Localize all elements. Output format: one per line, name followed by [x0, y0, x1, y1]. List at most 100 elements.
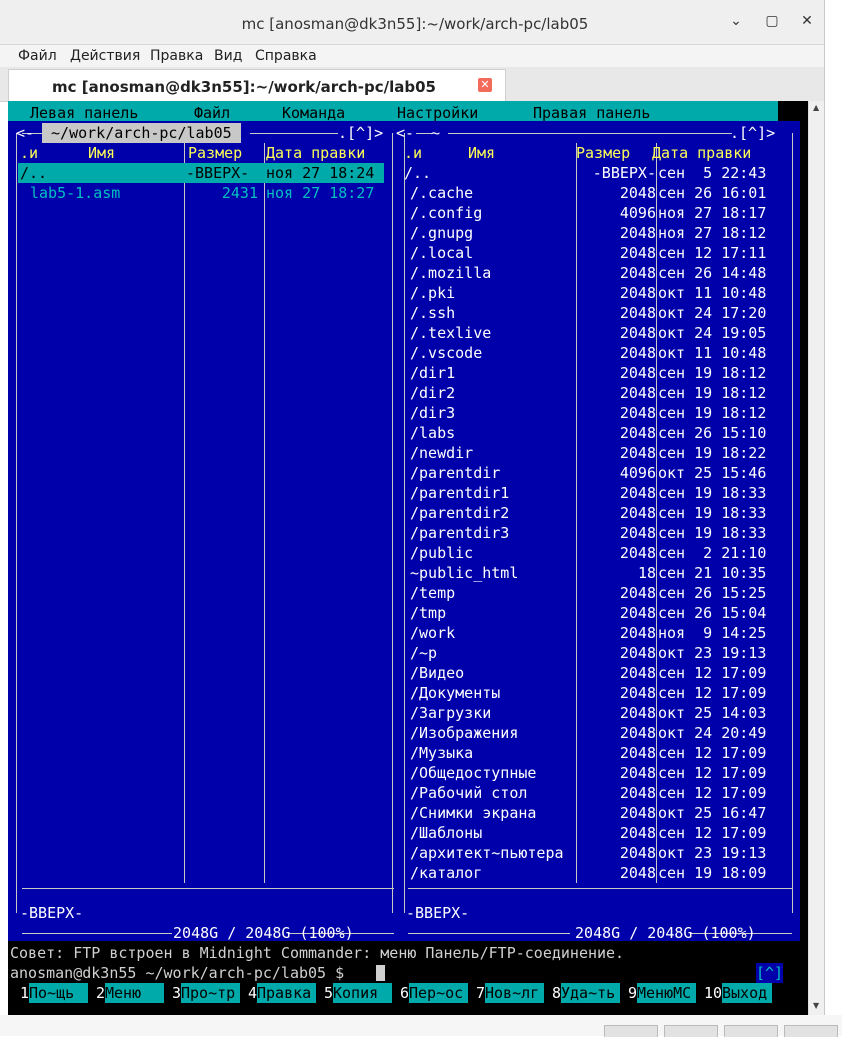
right-row-date: сен 19 18:33 — [658, 484, 767, 502]
mc-menu-options[interactable]: Настройки — [397, 103, 478, 123]
right-row-name[interactable]: /.vscode — [410, 343, 482, 363]
fkey-button[interactable]: Пер~ос — [409, 983, 468, 1003]
right-row-date: сен 26 14:48 — [658, 264, 767, 282]
fkey-button[interactable]: Уда~ть — [561, 983, 620, 1003]
right-row-name[interactable]: /parentdir2 — [410, 503, 509, 523]
right-row-name[interactable]: /.cache — [410, 183, 473, 203]
menu-edit[interactable]: Правка — [150, 48, 203, 64]
right-col-date[interactable]: Дата правки — [652, 143, 751, 163]
right-row-name[interactable]: /.pki — [410, 283, 455, 303]
right-row-name[interactable]: /.gnupg — [410, 223, 473, 243]
right-row-name[interactable]: /.. — [404, 163, 431, 183]
right-row-name[interactable]: /Видео — [410, 663, 464, 683]
menu-actions[interactable]: Действия — [70, 48, 140, 64]
right-row-name[interactable]: ~public_html — [410, 563, 518, 583]
right-panel-path[interactable]: ~ — [422, 123, 449, 143]
menu-help[interactable]: Справка — [255, 48, 317, 64]
right-row-size: 18 — [637, 564, 656, 582]
right-row-name[interactable]: /public — [410, 543, 473, 563]
mc-menu-left[interactable]: Левая панель — [30, 103, 138, 123]
right-row-date: сен 5 22:43 — [658, 164, 767, 182]
left-panel[interactable] — [8, 121, 400, 941]
right-row-name[interactable]: /Музыка — [410, 743, 473, 763]
right-row-name[interactable]: /~p — [410, 643, 437, 663]
right-row-name[interactable]: /Загрузки — [410, 703, 491, 723]
menu-view[interactable]: Вид — [214, 48, 242, 64]
right-row-date: сен 12 17:09 — [658, 784, 767, 802]
right-row-name[interactable]: /temp — [410, 583, 455, 603]
left-row-name[interactable]: /.. — [20, 163, 47, 183]
right-row-date: сен 19 18:12 — [658, 364, 767, 382]
right-row-name[interactable]: /dir3 — [410, 403, 455, 423]
right-col-n[interactable]: .и — [404, 143, 422, 163]
fkey-button[interactable]: По~щь — [29, 983, 88, 1003]
maximize-icon[interactable]: ▢ — [763, 13, 781, 29]
fkey-button[interactable]: Копия — [333, 983, 392, 1003]
right-row-name[interactable]: /Снимки экрана — [410, 803, 536, 823]
right-row-name[interactable]: /dir1 — [410, 363, 455, 383]
right-row-name[interactable]: /.local — [410, 243, 473, 263]
right-row-size: -ВВЕРХ- — [592, 164, 656, 182]
left-panel-history[interactable]: .[^]> — [338, 123, 383, 143]
right-row-size: 2048 — [619, 444, 656, 462]
right-row-name[interactable]: /parentdir — [410, 463, 500, 483]
right-row-name[interactable]: /tmp — [410, 603, 446, 623]
right-row-name[interactable]: /.mozilla — [410, 263, 491, 283]
right-row-size: 2048 — [619, 804, 656, 822]
terminal-area[interactable]: Левая панель Файл Команда Настройки Прав… — [8, 101, 808, 1015]
right-row-name[interactable]: /Рабочий стол — [410, 783, 527, 803]
right-row-name[interactable]: /Шаблоны — [410, 823, 482, 843]
menu-file[interactable]: Файл — [18, 48, 57, 64]
right-row-name[interactable]: /newdir — [410, 443, 473, 463]
command-prompt[interactable]: anosman@dk3n55 ~/work/arch-pc/lab05 $ — [10, 963, 353, 983]
right-panel-history[interactable]: .[^]> — [730, 123, 775, 143]
right-row-date: сен 19 18:22 — [658, 444, 767, 462]
right-row-size: 2048 — [619, 284, 656, 302]
right-row-name[interactable]: /work — [410, 623, 455, 643]
right-row-name[interactable]: /Изображения — [410, 723, 518, 743]
right-row-date: окт 24 17:20 — [658, 304, 767, 322]
right-row-name[interactable]: /Документы — [410, 683, 500, 703]
fkey-button[interactable]: Про~тр — [181, 983, 240, 1003]
right-row-name[interactable]: /parentdir3 — [410, 523, 509, 543]
fkey-button[interactable]: МенюMC — [637, 983, 696, 1003]
minimize-icon[interactable]: ⌄ — [727, 13, 745, 29]
right-row-size: 2048 — [619, 784, 656, 802]
right-row-name[interactable]: /архитект~пьютера — [410, 843, 564, 863]
fkey-button[interactable]: Нов~лг — [485, 983, 544, 1003]
fkey-button[interactable]: Правка — [257, 983, 316, 1003]
scroll-down-icon[interactable]: ▼ — [813, 1001, 819, 1010]
left-row-name[interactable]: lab5-1.asm — [30, 183, 120, 203]
right-col-name[interactable]: Имя — [468, 143, 495, 163]
close-icon[interactable]: ✕ — [798, 13, 816, 29]
right-row-name[interactable]: /Общедоступные — [410, 763, 536, 783]
tab-terminal[interactable]: mc [anosman@dk3n55]:~/work/arch-pc/lab05… — [8, 69, 506, 102]
left-panel-path[interactable]: ~/work/arch-pc/lab05 — [42, 123, 241, 143]
mc-menu-file[interactable]: Файл — [194, 103, 230, 123]
left-col-date[interactable]: Дата правки — [266, 143, 365, 163]
right-row-name[interactable]: /labs — [410, 423, 455, 443]
right-row-name[interactable]: /dir2 — [410, 383, 455, 403]
right-row-name[interactable]: /.ssh — [410, 303, 455, 323]
left-col-size[interactable]: Размер — [188, 143, 242, 163]
right-row-name[interactable]: /parentdir1 — [410, 483, 509, 503]
app-menubar: Файл Действия Правка Вид Справка — [0, 45, 824, 67]
scroll-up-icon[interactable]: ▲ — [813, 103, 819, 112]
fkey-button[interactable]: Меню — [105, 983, 164, 1003]
right-row-date: окт 11 10:48 — [658, 344, 767, 362]
tab-close-icon[interactable]: ✕ — [478, 78, 492, 92]
right-row-name[interactable]: /.config — [410, 203, 482, 223]
mc-menu-command[interactable]: Команда — [282, 103, 345, 123]
tab-bar: mc [anosman@dk3n55]:~/work/arch-pc/lab05… — [0, 67, 824, 102]
fkey-button[interactable]: Выход — [722, 983, 772, 1003]
right-row-name[interactable]: /каталог — [410, 863, 482, 883]
terminal-scrollbar[interactable]: ▲ ▼ — [808, 101, 825, 1015]
right-row-name[interactable]: /.texlive — [410, 323, 491, 343]
right-row-date: ноя 9 14:25 — [658, 624, 767, 642]
mc-menu-right[interactable]: Правая панель — [533, 103, 650, 123]
left-col-n[interactable]: .и — [20, 143, 38, 163]
left-col-name[interactable]: Имя — [88, 143, 115, 163]
right-row-size: 2048 — [619, 224, 656, 242]
right-col-size[interactable]: Размер — [576, 143, 630, 163]
command-history[interactable]: [^] — [756, 963, 784, 983]
